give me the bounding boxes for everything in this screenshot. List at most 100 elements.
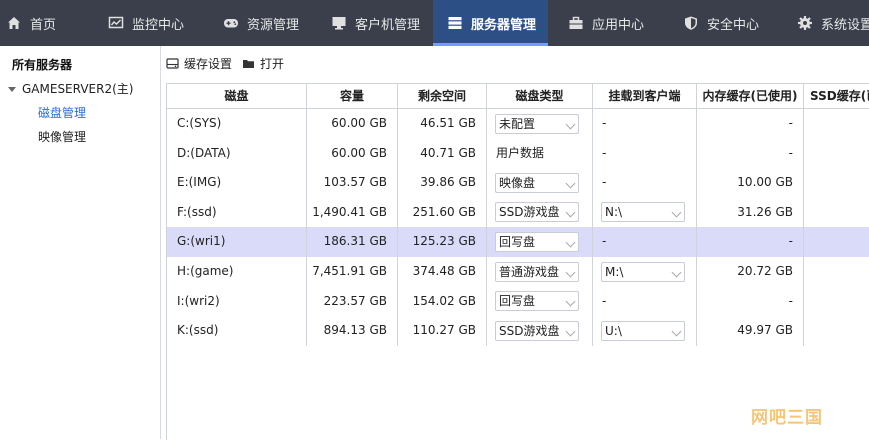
chevron-down-icon — [565, 207, 576, 218]
cell-free: 154.02 GB — [398, 286, 487, 317]
client-drive-value: U:\ — [605, 323, 622, 338]
disk-type-select[interactable]: SSD游戏盘 — [495, 320, 579, 341]
nav-label-apps: 应用中心 — [592, 17, 645, 33]
nav-settings[interactable]: 系统设置 — [797, 0, 869, 46]
cache-settings-button[interactable]: 缓存设置 — [166, 55, 232, 72]
nav-servers[interactable]: 服务器管理 — [433, 0, 548, 46]
nav-resources[interactable]: 资源管理 — [223, 0, 299, 46]
cell-disk-type: 回写盘 — [487, 286, 593, 317]
nav-label-home: 首页 — [30, 17, 57, 33]
chevron-down-icon — [671, 326, 682, 337]
disk-type-select[interactable]: 未配置 — [495, 113, 579, 134]
table-row[interactable]: I:(wri2) 223.57 GB 154.02 GB 回写盘 - - — [167, 286, 869, 317]
cell-client-mount: U:\ — [593, 316, 697, 346]
server-tree: 所有服务器 GAMESERVER2(主) 磁盘管理 映像管理 — [0, 46, 161, 439]
client-drive-select[interactable]: N:\ — [601, 202, 685, 223]
disk-type-select[interactable]: 普通游戏盘 — [495, 261, 579, 282]
col-ssd-cache[interactable]: SSD缓存(已 — [804, 84, 869, 108]
cell-free: 46.51 GB — [398, 109, 487, 139]
tree-root-all-servers[interactable]: 所有服务器 — [12, 54, 72, 76]
cell-disk: G:(wri1) — [167, 227, 307, 257]
disk-table: 磁盘 容量 剩余空间 磁盘类型 挂载到客户端 内存缓存(已使用) SSD缓存(已… — [166, 83, 869, 440]
cell-capacity: 223.57 GB — [307, 286, 398, 317]
cell-capacity: 1,490.41 GB — [307, 197, 398, 228]
col-capacity[interactable]: 容量 — [307, 84, 398, 108]
table-row[interactable]: F:(ssd) 1,490.41 GB 251.60 GB SSD游戏盘 N:\ 31.2… — [167, 197, 869, 228]
shield-icon — [683, 15, 699, 31]
cell-disk: I:(wri2) — [167, 286, 307, 317]
disk-type-select[interactable]: SSD游戏盘 — [495, 202, 579, 223]
table-row[interactable]: D:(DATA) 60.00 GB 40.71 GB 用户数据 - - — [167, 138, 869, 169]
chevron-down-icon — [565, 296, 576, 307]
cell-mem-cache: - — [697, 138, 804, 169]
cell-mem-cache: - — [697, 286, 804, 317]
open-label: 打开 — [260, 56, 285, 71]
table-row[interactable]: K:(ssd) 894.13 GB 110.27 GB SSD游戏盘 U:\ 49.97 … — [167, 316, 869, 346]
disk-type-select[interactable]: 映像盘 — [495, 172, 579, 193]
cell-ssd-cache — [804, 168, 869, 198]
client-drive-value: - — [602, 293, 607, 308]
briefcase-icon — [568, 15, 584, 31]
top-nav: 首页 监控中心 资源管理 客户机管理 服务器管理 应用中心 安全中心 系统设置 — [0, 0, 869, 46]
open-button[interactable]: 打开 — [242, 55, 284, 72]
cell-disk: K:(ssd) — [167, 316, 307, 346]
nav-monitor[interactable]: 监控中心 — [108, 0, 184, 46]
tree-node-server[interactable]: GAMESERVER2(主) — [8, 78, 133, 100]
client-drive-value: N:\ — [605, 205, 623, 220]
cell-client-mount: - — [593, 109, 697, 139]
nav-security[interactable]: 安全中心 — [683, 0, 759, 46]
cell-capacity: 7,451.91 GB — [307, 257, 398, 287]
cell-client-mount: - — [593, 227, 697, 257]
chevron-down-icon — [565, 119, 576, 129]
toolbar: 缓存设置 打开 — [166, 52, 294, 74]
chevron-down-icon — [565, 178, 576, 189]
disk-type-select[interactable]: 回写盘 — [495, 291, 579, 312]
nav-apps[interactable]: 应用中心 — [568, 0, 644, 46]
gear-icon — [797, 15, 813, 31]
cell-mem-cache: 20.72 GB — [697, 257, 804, 287]
tree-server-label: GAMESERVER2(主) — [22, 82, 134, 96]
table-row[interactable]: H:(game) 7,451.91 GB 374.48 GB 普通游戏盘 M:\ 20.7… — [167, 257, 869, 287]
col-free[interactable]: 剩余空间 — [398, 84, 487, 108]
table-row[interactable]: E:(IMG) 103.57 GB 39.86 GB 映像盘 - 10.00 GB — [167, 168, 869, 198]
chevron-down-icon — [671, 207, 682, 218]
col-disk[interactable]: 磁盘 — [167, 84, 307, 108]
cell-ssd-cache — [804, 109, 869, 139]
home-icon — [6, 15, 22, 31]
cell-client-mount: - — [593, 168, 697, 198]
caret-down-icon[interactable] — [8, 87, 16, 92]
nav-home[interactable]: 首页 — [6, 0, 56, 46]
cell-capacity: 103.57 GB — [307, 168, 398, 198]
gamepad-icon — [223, 15, 239, 31]
col-mem-cache[interactable]: 内存缓存(已使用) — [697, 84, 804, 108]
chevron-down-icon — [671, 267, 682, 277]
cell-ssd-cache — [804, 227, 869, 257]
client-drive-select[interactable]: U:\ — [601, 320, 685, 341]
tree-item-image-management[interactable]: 映像管理 — [38, 126, 86, 148]
cell-ssd-cache — [804, 287, 869, 317]
cell-free: 39.86 GB — [398, 168, 487, 198]
nav-clients[interactable]: 客户机管理 — [331, 0, 420, 46]
col-type[interactable]: 磁盘类型 — [487, 84, 593, 108]
cell-disk-type: SSD游戏盘 — [487, 197, 593, 228]
table-header: 磁盘 容量 剩余空间 磁盘类型 挂载到客户端 内存缓存(已使用) SSD缓存(已 — [167, 84, 869, 109]
cell-mem-cache: 49.97 GB — [697, 316, 804, 346]
col-client[interactable]: 挂载到客户端 — [593, 84, 697, 108]
disk-type-select[interactable]: 回写盘 — [495, 231, 579, 252]
tree-item-disk-management[interactable]: 磁盘管理 — [38, 102, 86, 124]
disk-type-value: 回写盘 — [499, 234, 536, 249]
table-row[interactable]: G:(wri1) 186.31 GB 125.23 GB 回写盘 - - — [167, 227, 869, 257]
watermark-logo: 网吧三国 — [751, 408, 823, 428]
nav-label-monitor: 监控中心 — [132, 17, 185, 33]
disk-type-value: 映像盘 — [499, 175, 536, 190]
client-drive-select[interactable]: M:\ — [601, 261, 685, 282]
table-row[interactable]: C:(SYS) 60.00 GB 46.51 GB 未配置 - - — [167, 109, 869, 139]
cell-disk-type: 普通游戏盘 — [487, 257, 593, 287]
chevron-down-icon — [565, 267, 576, 277]
cell-free: 110.27 GB — [398, 316, 487, 346]
monitor-chart-icon — [108, 15, 124, 31]
cell-capacity: 60.00 GB — [307, 109, 398, 139]
cell-client-mount: - — [593, 286, 697, 317]
cell-ssd-cache — [804, 139, 869, 169]
cell-disk: H:(game) — [167, 257, 307, 287]
